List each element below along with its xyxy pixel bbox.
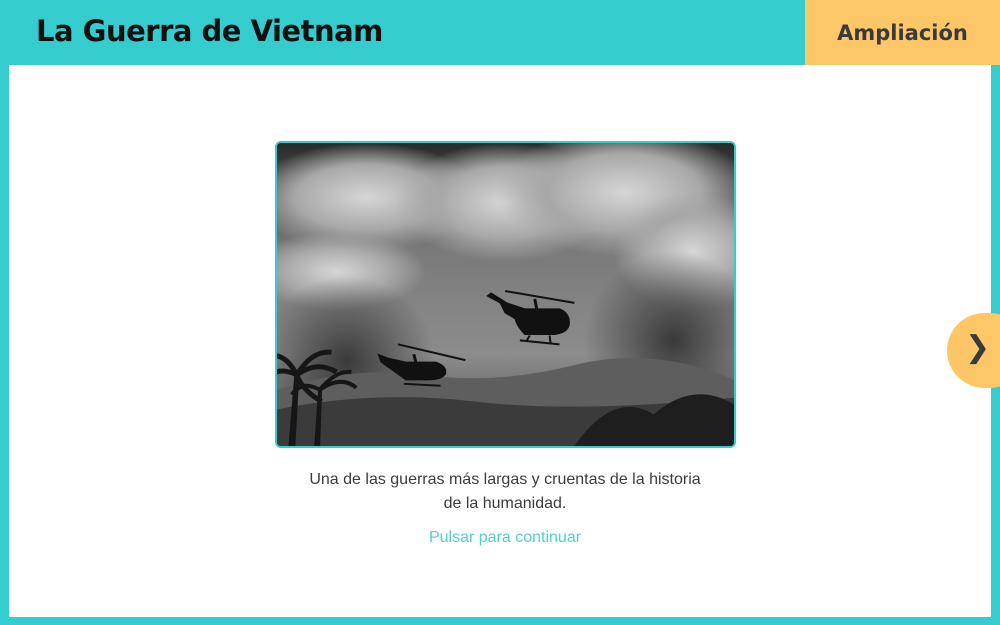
photo-frame bbox=[275, 141, 736, 448]
helicopters-photo bbox=[277, 143, 734, 446]
ampliacion-tab[interactable]: Ampliación bbox=[805, 0, 1000, 65]
chevron-right-icon: ❯ bbox=[965, 330, 991, 365]
continue-link[interactable]: Pulsar para continuar bbox=[250, 529, 760, 547]
page-title: La Guerra de Vietnam bbox=[36, 14, 383, 48]
caption-line-1: Una de las guerras más largas y cruentas… bbox=[309, 471, 701, 488]
caption-line-2: de la humanidad. bbox=[443, 495, 567, 512]
header-bar: La Guerra de Vietnam Ampliación bbox=[0, 0, 1000, 65]
content-panel: Una de las guerras más largas y cruentas… bbox=[9, 65, 991, 617]
photo-caption: Una de las guerras más largas y cruentas… bbox=[250, 468, 760, 516]
